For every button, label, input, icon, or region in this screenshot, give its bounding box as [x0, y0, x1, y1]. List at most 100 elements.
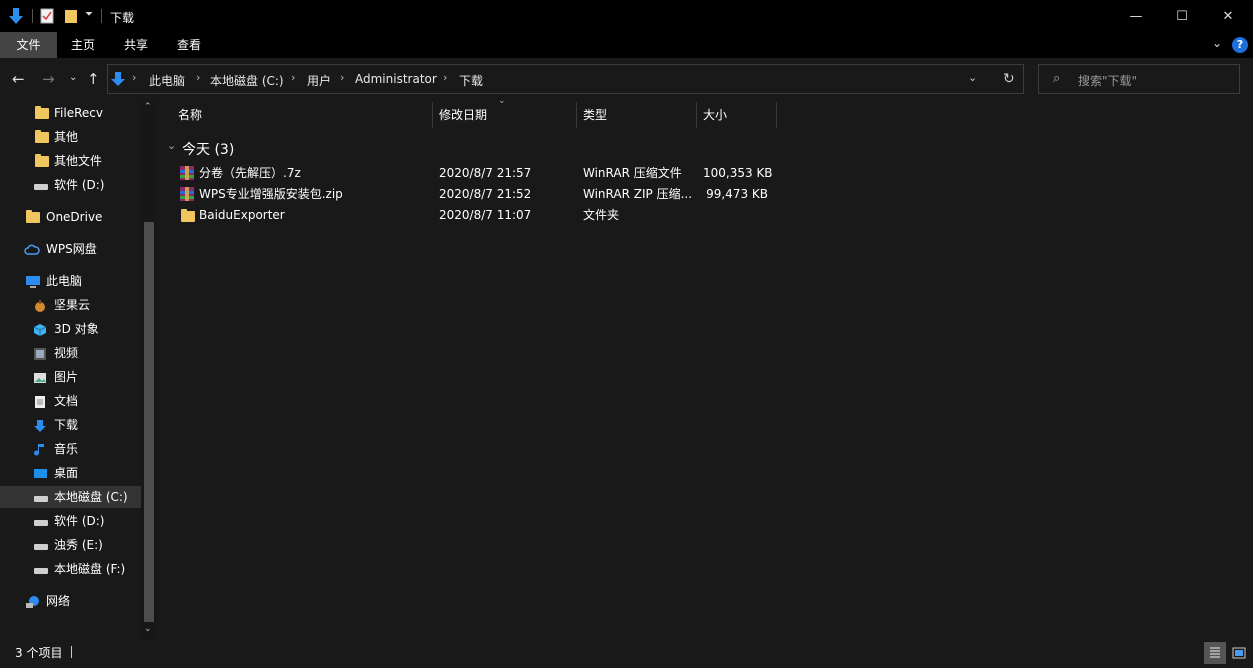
- desktop-icon: [33, 466, 47, 480]
- column-header-size[interactable]: 大小: [703, 100, 727, 130]
- sort-indicator-icon: ⌄: [498, 96, 506, 106]
- refresh-icon[interactable]: ↻: [1003, 71, 1015, 87]
- sidebar-item-3d-objects[interactable]: 3D 对象: [0, 318, 141, 340]
- breadcrumb-administrator[interactable]: Administrator: [355, 72, 437, 86]
- recent-locations-icon[interactable]: ⌄: [69, 72, 77, 83]
- tab-file[interactable]: 文件: [0, 32, 57, 58]
- tab-view[interactable]: 查看: [163, 32, 215, 58]
- sidebar-item-this-pc[interactable]: 此电脑: [0, 270, 141, 292]
- music-icon: [34, 442, 48, 456]
- sidebar-item-label: 软件 (D:): [54, 514, 105, 528]
- sidebar-item-label: 音乐: [54, 442, 79, 456]
- search-placeholder[interactable]: 搜索"下载": [1078, 72, 1137, 89]
- search-box[interactable]: ⌕ 搜索"下载": [1038, 64, 1240, 94]
- scroll-down-icon[interactable]: ⌄: [144, 624, 152, 634]
- column-header-modified[interactable]: 修改日期: [439, 100, 487, 130]
- folder-icon: [26, 210, 40, 223]
- status-bar: 3 个项目: [0, 640, 1253, 668]
- sidebar-item-music[interactable]: 音乐: [0, 438, 141, 460]
- file-row[interactable]: BaiduExporter 2020/8/7 11:07 文件夹: [157, 205, 797, 226]
- column-header-name[interactable]: 名称: [178, 100, 202, 130]
- column-divider[interactable]: [576, 102, 577, 128]
- breadcrumb-separator-icon[interactable]: ›: [196, 71, 200, 84]
- nut-icon: [33, 298, 47, 312]
- column-header-type[interactable]: 类型: [583, 100, 607, 130]
- scroll-up-icon[interactable]: ⌃: [144, 102, 152, 112]
- sidebar-item-label: 图片: [54, 370, 79, 384]
- sidebar-item-local-disk-c[interactable]: 本地磁盘 (C:): [0, 486, 141, 508]
- tab-share[interactable]: 共享: [109, 32, 163, 58]
- file-row[interactable]: WPS专业增强版安装包.zip 2020/8/7 21:52 WinRAR ZI…: [157, 184, 797, 205]
- file-name: BaiduExporter: [199, 208, 285, 222]
- file-name: 分卷（先解压）.7z: [199, 166, 301, 180]
- breadcrumb-separator-icon[interactable]: ›: [132, 71, 136, 84]
- breadcrumb-users[interactable]: 用户: [307, 72, 331, 89]
- details-view-button[interactable]: [1204, 642, 1226, 664]
- sidebar-item-label: WPS网盘: [46, 242, 97, 256]
- computer-icon: [25, 274, 40, 288]
- help-icon[interactable]: ?: [1232, 37, 1248, 53]
- sidebar-item-label: 其他文件: [54, 154, 103, 168]
- sidebar-item-other[interactable]: 其他: [0, 126, 141, 148]
- sidebar-item-software-d[interactable]: 软件 (D:): [0, 174, 141, 196]
- sidebar-item-label: 本地磁盘 (F:): [54, 562, 126, 576]
- column-divider[interactable]: [432, 102, 433, 128]
- sidebar-item-software-d-2[interactable]: 软件 (D:): [0, 510, 141, 532]
- minimize-button[interactable]: —: [1113, 0, 1159, 32]
- expand-ribbon-icon[interactable]: ⌄: [1212, 36, 1222, 50]
- address-bar[interactable]: › 此电脑 › 本地磁盘 (C:) › 用户 › Administrator ›…: [107, 64, 1024, 94]
- breadcrumb-this-pc[interactable]: 此电脑: [149, 72, 185, 89]
- sidebar-item-label: 浊秀 (E:): [54, 538, 103, 552]
- sidebar-item-wps-cloud[interactable]: WPS网盘: [0, 238, 141, 260]
- breadcrumb-local-disk-c[interactable]: 本地磁盘 (C:): [210, 72, 284, 89]
- separator: [101, 9, 102, 23]
- sidebar-item-documents[interactable]: 文档: [0, 390, 141, 412]
- large-icons-view-button[interactable]: [1228, 642, 1250, 664]
- sidebar-item-other-files[interactable]: 其他文件: [0, 150, 141, 172]
- file-size: 100,353 KB: [703, 166, 773, 180]
- maximize-button[interactable]: ☐: [1159, 0, 1205, 32]
- download-folder-icon: [111, 71, 125, 87]
- folder-icon: [35, 130, 49, 143]
- sidebar-item-videos[interactable]: 视频: [0, 342, 141, 364]
- tab-home[interactable]: 主页: [57, 32, 109, 58]
- sidebar-item-local-disk-f[interactable]: 本地磁盘 (F:): [0, 558, 141, 580]
- breadcrumb-downloads[interactable]: 下载: [459, 72, 483, 89]
- sidebar-item-filerecv[interactable]: FileRecv: [0, 102, 141, 124]
- properties-icon[interactable]: [40, 8, 54, 24]
- forward-icon[interactable]: →: [42, 70, 55, 88]
- navigation-pane: FileRecv 其他 其他文件 软件 (D:) OneDrive WPS网盘 …: [0, 100, 157, 640]
- breadcrumb-separator-icon[interactable]: ›: [340, 71, 344, 84]
- back-icon[interactable]: ←: [12, 70, 25, 88]
- close-button[interactable]: ✕: [1205, 0, 1251, 32]
- quick-access-download-icon[interactable]: [8, 7, 24, 25]
- column-divider[interactable]: [696, 102, 697, 128]
- sidebar-item-desktop[interactable]: 桌面: [0, 462, 141, 484]
- up-icon[interactable]: ↑: [87, 70, 100, 88]
- sidebar-item-label: 视频: [54, 346, 79, 360]
- address-dropdown-icon[interactable]: ⌄: [968, 71, 977, 84]
- customize-quick-access-icon[interactable]: ⏷: [85, 9, 93, 20]
- scrollbar-thumb[interactable]: [144, 222, 154, 622]
- sidebar-item-network[interactable]: 网络: [0, 590, 141, 612]
- breadcrumb-separator-icon[interactable]: ›: [291, 71, 295, 84]
- file-size: 99,473 KB: [706, 187, 768, 201]
- navigation-bar: ← → ⌄ ↑ › 此电脑 › 本地磁盘 (C:) › 用户 › Adminis…: [0, 58, 1253, 100]
- new-folder-icon[interactable]: [64, 8, 78, 24]
- drive-icon: [34, 496, 48, 502]
- file-row[interactable]: 分卷（先解压）.7z 2020/8/7 21:57 WinRAR 压缩文件 10…: [157, 163, 797, 184]
- drive-icon: [34, 544, 48, 550]
- sidebar-item-downloads[interactable]: 下载: [0, 414, 141, 436]
- sidebar-item-label: FileRecv: [54, 106, 103, 120]
- sidebar-item-jianguoyun[interactable]: 坚果云: [0, 294, 141, 316]
- group-collapse-icon[interactable]: ⌄: [167, 139, 176, 152]
- column-divider[interactable]: [776, 102, 777, 128]
- breadcrumb-separator-icon[interactable]: ›: [443, 71, 447, 84]
- sidebar-item-onedrive[interactable]: OneDrive: [0, 206, 141, 228]
- drive-icon: [34, 568, 48, 574]
- sidebar-item-drive-e[interactable]: 浊秀 (E:): [0, 534, 141, 556]
- sidebar-scrollbar[interactable]: ⌃ ⌄: [141, 100, 157, 640]
- sidebar-item-pictures[interactable]: 图片: [0, 366, 141, 388]
- group-header[interactable]: 今天 (3): [182, 139, 234, 159]
- cube-icon: [33, 322, 47, 336]
